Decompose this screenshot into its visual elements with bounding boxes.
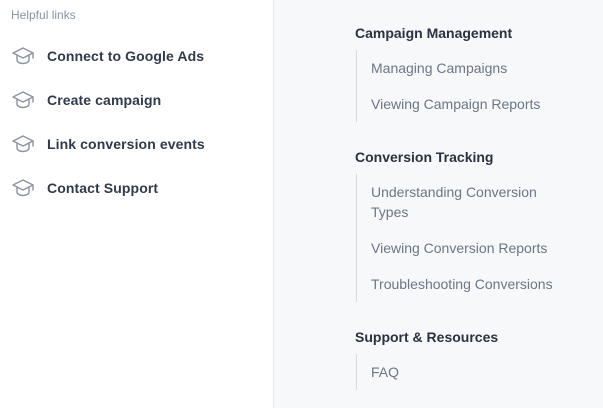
toc-section-conversion-tracking: Conversion Tracking Understanding Conver… — [355, 144, 575, 302]
toc-link-viewing-campaign-reports[interactable]: Viewing Campaign Reports — [371, 86, 575, 122]
table-of-contents-pane: Campaign Management Managing Campaigns V… — [274, 0, 603, 408]
graduation-cap-icon — [11, 88, 35, 112]
link-label: Link conversion events — [47, 136, 205, 152]
toc-heading: Support & Resources — [355, 329, 499, 345]
toc-link-viewing-conversion-reports[interactable]: Viewing Conversion Reports — [371, 230, 575, 266]
toc-list: FAQ — [356, 354, 575, 390]
toc-link-faq[interactable]: FAQ — [371, 354, 575, 390]
toc-section-support-resources: Support & Resources FAQ — [355, 324, 575, 390]
toc-link-troubleshooting-conversions[interactable]: Troubleshooting Conversions — [371, 266, 575, 302]
graduation-cap-icon — [11, 132, 35, 156]
helpful-links-list: Connect to Google Ads Create campaign Li… — [11, 34, 266, 210]
link-label: Connect to Google Ads — [47, 48, 205, 64]
link-label: Contact Support — [47, 180, 159, 196]
toc-section-campaign-management: Campaign Management Managing Campaigns V… — [355, 20, 575, 122]
graduation-cap-icon — [11, 44, 35, 68]
link-connect-google-ads[interactable]: Connect to Google Ads — [11, 34, 266, 78]
link-conversion-events[interactable]: Link conversion events — [11, 122, 266, 166]
table-of-contents: Campaign Management Managing Campaigns V… — [355, 20, 575, 408]
link-label: Create campaign — [47, 92, 162, 108]
toc-list: Managing Campaigns Viewing Campaign Repo… — [356, 50, 575, 122]
toc-link-managing-campaigns[interactable]: Managing Campaigns — [371, 50, 575, 86]
toc-heading: Campaign Management — [355, 25, 513, 41]
link-contact-support[interactable]: Contact Support — [11, 166, 266, 210]
graduation-cap-icon — [11, 176, 35, 200]
toc-heading: Conversion Tracking — [355, 149, 494, 165]
help-panel: Helpful links Connect to Google Ads Crea… — [0, 0, 603, 408]
toc-list: Understanding Conversion Types Viewing C… — [356, 174, 575, 302]
link-create-campaign[interactable]: Create campaign — [11, 78, 266, 122]
helpful-links-pane: Helpful links Connect to Google Ads Crea… — [0, 0, 274, 408]
toc-link-understanding-conversion-types[interactable]: Understanding Conversion Types — [371, 174, 575, 230]
helpful-links-label: Helpful links — [11, 8, 76, 22]
